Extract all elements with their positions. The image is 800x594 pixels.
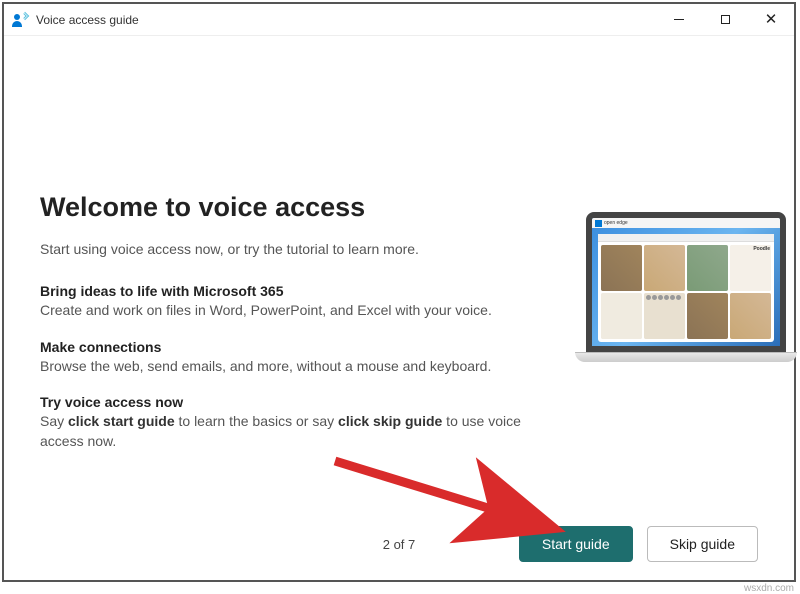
section-title: Try voice access now xyxy=(40,394,554,410)
maximize-button[interactable] xyxy=(702,4,748,35)
section-connections: Make connections Browse the web, send em… xyxy=(40,339,554,377)
close-icon: ✕ xyxy=(765,12,778,27)
minimize-button[interactable] xyxy=(656,4,702,35)
section-title: Make connections xyxy=(40,339,554,355)
mic-icon xyxy=(595,220,602,227)
footer: 2 of 7 Start guide Skip guide xyxy=(40,526,758,562)
intro-text: Start using voice access now, or try the… xyxy=(40,241,554,257)
watermark: wsxdn.com xyxy=(744,583,794,594)
start-guide-button[interactable]: Start guide xyxy=(519,526,633,562)
maximize-icon xyxy=(721,15,730,24)
content-area: Welcome to voice access Start using voic… xyxy=(4,36,794,580)
section-body: Browse the web, send emails, and more, w… xyxy=(40,357,554,377)
section-body: Create and work on files in Word, PowerP… xyxy=(40,301,554,321)
page-heading: Welcome to voice access xyxy=(40,192,554,223)
titlebar: Voice access guide ✕ xyxy=(4,4,794,36)
section-title: Bring ideas to life with Microsoft 365 xyxy=(40,283,554,299)
laptop-caption: open edge xyxy=(604,220,628,226)
window-controls: ✕ xyxy=(656,4,794,35)
window-title: Voice access guide xyxy=(36,13,139,27)
section-body: Say click start guide to learn the basic… xyxy=(40,412,554,451)
page-indicator: 2 of 7 xyxy=(383,537,416,552)
app-window: Voice access guide ✕ Welcome to voice ac… xyxy=(2,2,796,582)
minimize-icon xyxy=(674,19,684,20)
voice-access-icon xyxy=(12,12,28,28)
section-try-now: Try voice access now Say click start gui… xyxy=(40,394,554,451)
section-m365: Bring ideas to life with Microsoft 365 C… xyxy=(40,283,554,321)
close-button[interactable]: ✕ xyxy=(748,4,794,35)
skip-guide-button[interactable]: Skip guide xyxy=(647,526,758,562)
laptop-illustration: open edge Poodle xyxy=(578,192,758,469)
